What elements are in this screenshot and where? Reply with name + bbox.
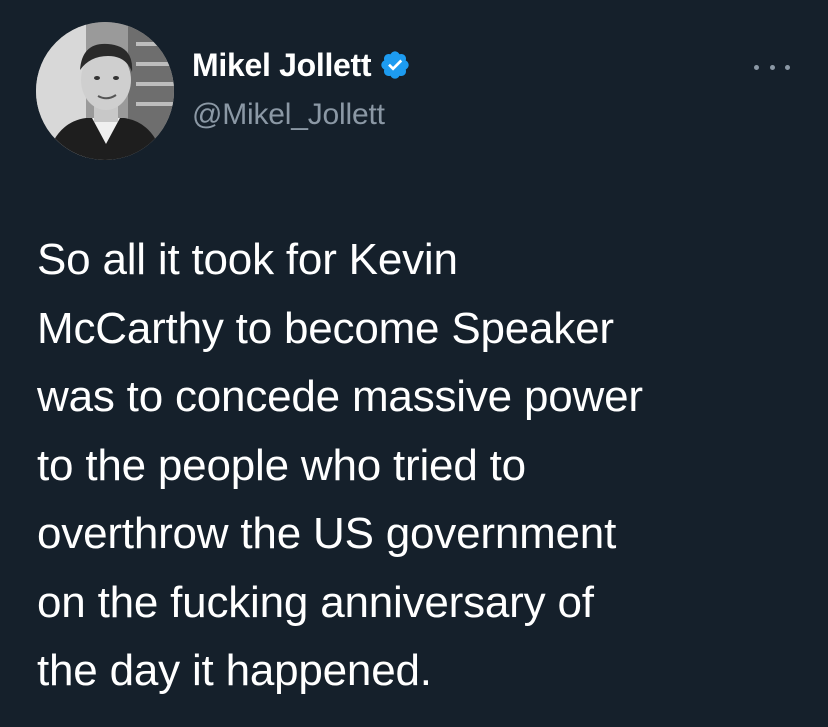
author-display-name[interactable]: Mikel Jollett xyxy=(192,47,372,84)
verified-badge-icon xyxy=(379,49,411,81)
tweet-text-line: McCarthy to become Speaker xyxy=(37,303,614,353)
author-name-row[interactable]: Mikel Jollett xyxy=(192,47,411,83)
tweet-text-line: overthrow the US government xyxy=(37,509,617,558)
avatar-photo xyxy=(36,22,174,160)
more-dot xyxy=(785,64,790,70)
tweet-card: Mikel Jollett @Mikel_Jollett So all it t… xyxy=(0,0,828,727)
tweet-text-line: on the fucking anniversary of xyxy=(37,577,594,627)
more-options-icon[interactable] xyxy=(754,58,790,76)
tweet-text-line: the day it happened. xyxy=(37,646,432,695)
avatar[interactable] xyxy=(36,22,174,160)
tweet-text-line: was to concede massive power xyxy=(37,372,643,421)
author-handle[interactable]: @Mikel_Jollett xyxy=(192,98,385,132)
more-dot xyxy=(769,64,775,70)
tweet-text-line: to the people who tried to xyxy=(37,440,526,490)
tweet-text-line: So all it took for Kevin xyxy=(37,235,458,284)
tweet-text: So all it took for Kevin McCarthy to bec… xyxy=(37,226,817,706)
more-dot xyxy=(754,64,759,70)
